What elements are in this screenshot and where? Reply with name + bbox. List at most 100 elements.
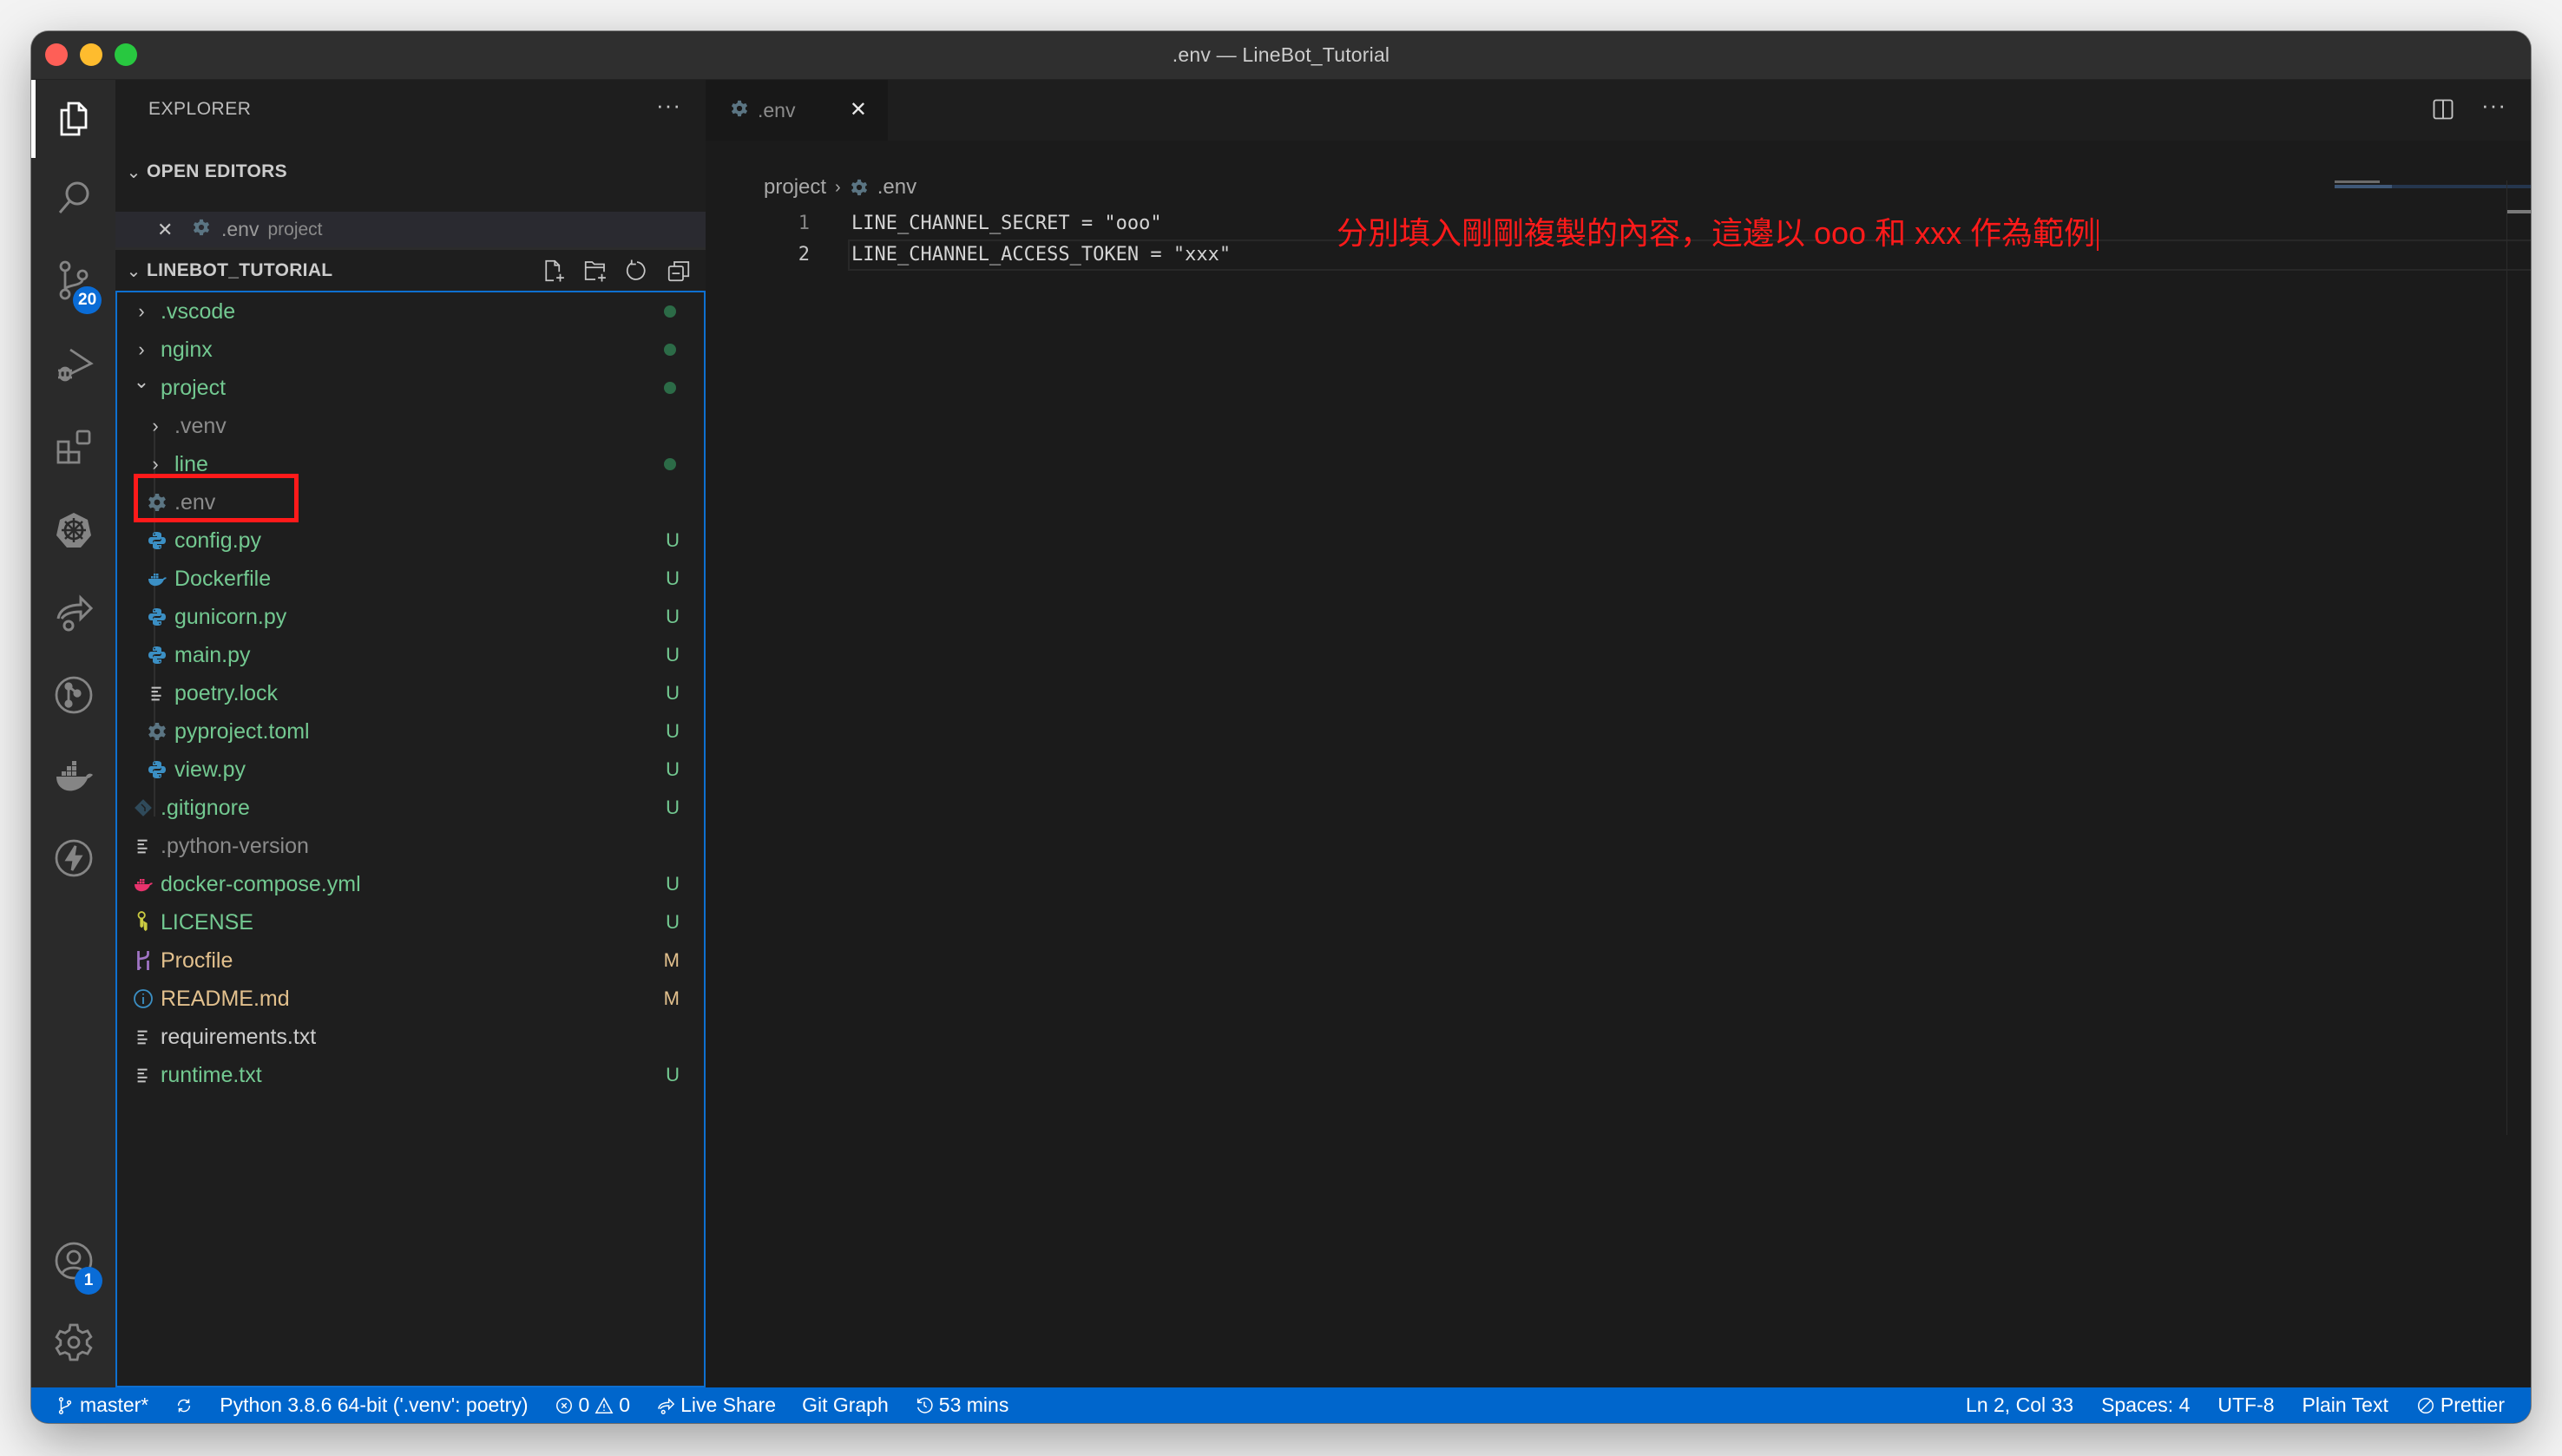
- gear-file-icon: [146, 491, 168, 514]
- status-indentation[interactable]: Spaces: 4: [2101, 1394, 2190, 1417]
- activity-docker[interactable]: [31, 738, 115, 816]
- open-editors-label: OPEN EDITORS: [147, 161, 287, 181]
- tree-file[interactable]: Procfile M: [117, 941, 704, 980]
- activity-run-debug[interactable]: [31, 326, 115, 404]
- tree-file[interactable]: view.py U: [117, 751, 704, 789]
- docker-compose-file-icon: [132, 873, 154, 895]
- gear-file-icon: [146, 720, 168, 743]
- tree-file[interactable]: LICENSE U: [117, 903, 704, 941]
- close-editor-button[interactable]: ✕: [157, 219, 180, 241]
- status-time-tracker[interactable]: 53 mins: [915, 1394, 1008, 1417]
- text-file-icon: [132, 1026, 154, 1048]
- line-text: LINE_CHANNEL_SECRET = "ooo": [851, 213, 1162, 234]
- activity-explorer[interactable]: [31, 80, 115, 158]
- line-text: LINE_CHANNEL_ACCESS_TOKEN = "xxx": [851, 244, 1232, 266]
- git-status-dot: [664, 344, 676, 356]
- chevron-right-icon: ›: [835, 177, 841, 197]
- status-sync[interactable]: [174, 1396, 194, 1415]
- docker-icon: [56, 761, 93, 791]
- tree-folder[interactable]: › .venv: [117, 407, 704, 445]
- vertical-scrollbar[interactable]: [2506, 180, 2531, 1135]
- tree-file[interactable]: Dockerfile U: [117, 560, 704, 598]
- tree-file[interactable]: .gitignore U: [117, 789, 704, 827]
- gear-file-icon: [192, 218, 211, 241]
- chevron-down-icon[interactable]: ⌄: [131, 371, 152, 393]
- python-file-icon: [146, 758, 168, 781]
- git-branch-icon: [58, 1396, 72, 1414]
- tree-item-label: .python-version: [161, 833, 309, 858]
- activity-extensions[interactable]: [31, 408, 115, 486]
- chevron-right-icon[interactable]: ›: [145, 453, 166, 475]
- tree-file[interactable]: gunicorn.py U: [117, 598, 704, 636]
- tab-close-button[interactable]: ✕: [850, 97, 867, 122]
- breadcrumb-folder[interactable]: project: [764, 175, 826, 200]
- tree-file[interactable]: poetry.lock U: [117, 674, 704, 712]
- git-status-badge: U: [666, 911, 680, 933]
- tree-file[interactable]: requirements.txt: [117, 1018, 704, 1056]
- status-problems[interactable]: 0 0: [555, 1394, 630, 1417]
- text-file-icon: [132, 835, 154, 857]
- status-live-share[interactable]: Live Share: [656, 1394, 776, 1417]
- prohibited-icon: [2417, 1397, 2434, 1413]
- scrollbar-cursor-marker: [2507, 210, 2531, 213]
- chevron-down-icon: ⌄: [126, 261, 141, 281]
- editor-more-button[interactable]: ···: [2481, 92, 2506, 119]
- tab-env[interactable]: .env ✕: [706, 80, 888, 141]
- open-editor-item[interactable]: ✕ .env project: [115, 212, 706, 250]
- refresh-button[interactable]: [622, 255, 652, 286]
- editor-actions: ···: [2431, 92, 2506, 121]
- status-python-interpreter[interactable]: Python 3.8.6 64-bit ('.venv': poetry): [220, 1394, 528, 1417]
- explorer-more-button[interactable]: ···: [656, 92, 681, 119]
- status-language-mode[interactable]: Plain Text: [2303, 1394, 2388, 1417]
- new-folder-button[interactable]: [581, 255, 610, 286]
- tree-item-label: requirements.txt: [161, 1024, 317, 1049]
- tree-file[interactable]: runtime.txt U: [117, 1056, 704, 1094]
- open-editor-name: .env: [221, 218, 259, 240]
- source-control-badge: 20: [73, 286, 102, 314]
- tree-file[interactable]: .env: [117, 483, 704, 521]
- vscode-window: .env — LineBot_Tutorial 20 1 EXPLORER ··…: [31, 31, 2531, 1423]
- open-editors-header[interactable]: ⌄ OPEN EDITORS: [115, 153, 706, 191]
- breadcrumb-file[interactable]: .env: [877, 175, 916, 200]
- activity-manage[interactable]: [31, 1303, 115, 1381]
- chevron-right-icon[interactable]: ›: [145, 415, 166, 437]
- status-encoding[interactable]: UTF-8: [2217, 1394, 2274, 1417]
- minimap[interactable]: [2335, 180, 2531, 198]
- status-branch[interactable]: master*: [56, 1394, 148, 1417]
- activity-search[interactable]: [31, 160, 115, 238]
- workspace-header[interactable]: ⌄ LINEBOT_TUTORIAL: [115, 252, 706, 290]
- new-file-button[interactable]: [539, 255, 568, 286]
- tree-folder[interactable]: › nginx: [117, 331, 704, 369]
- status-prettier[interactable]: Prettier: [2416, 1394, 2505, 1417]
- git-status-badge: U: [666, 644, 680, 666]
- tree-item-label: .gitignore: [161, 795, 250, 820]
- workspace-actions: [539, 255, 693, 286]
- info-file-icon: [132, 987, 154, 1010]
- status-git-graph[interactable]: Git Graph: [802, 1394, 889, 1417]
- activity-bar: 20 1: [31, 80, 115, 1387]
- tree-folder[interactable]: › .vscode: [117, 292, 704, 331]
- git-status-badge: U: [666, 1064, 680, 1085]
- tree-file[interactable]: pyproject.toml U: [117, 712, 704, 751]
- activity-git-graph[interactable]: [31, 656, 115, 734]
- tree-file[interactable]: .python-version: [117, 827, 704, 865]
- activity-live-share[interactable]: [31, 573, 115, 651]
- status-cursor-position[interactable]: Ln 2, Col 33: [1966, 1394, 2073, 1417]
- tree-folder[interactable]: ⌄ project: [117, 369, 704, 407]
- tree-item-label: gunicorn.py: [174, 604, 287, 629]
- chevron-right-icon[interactable]: ›: [131, 300, 152, 323]
- activity-thunder-client[interactable]: [31, 819, 115, 897]
- activity-kubernetes[interactable]: [31, 491, 115, 569]
- split-editor-icon[interactable]: [2431, 97, 2455, 121]
- chevron-right-icon[interactable]: ›: [131, 338, 152, 361]
- tree-file[interactable]: config.py U: [117, 521, 704, 560]
- explorer-title: EXPLORER: [148, 99, 252, 119]
- activity-source-control[interactable]: 20: [31, 241, 115, 319]
- tree-folder[interactable]: › line: [117, 445, 704, 483]
- tree-file[interactable]: README.md M: [117, 980, 704, 1018]
- activity-accounts[interactable]: 1: [31, 1222, 115, 1300]
- collapse-all-button[interactable]: [664, 255, 693, 286]
- tree-file[interactable]: main.py U: [117, 636, 704, 674]
- python-file-icon: [146, 529, 168, 552]
- tree-file[interactable]: docker-compose.yml U: [117, 865, 704, 903]
